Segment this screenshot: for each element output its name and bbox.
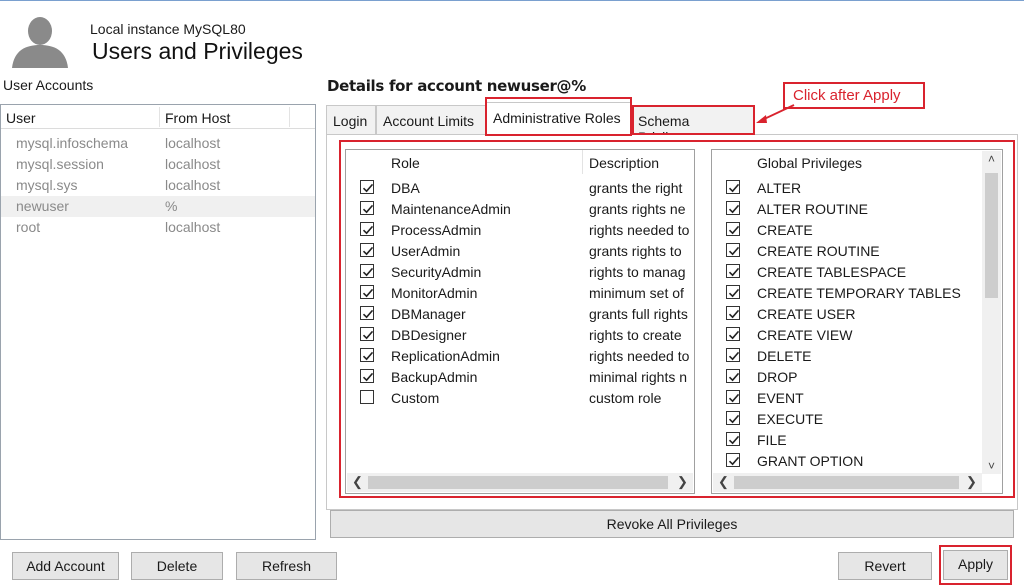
- account-user: mysql.infoschema: [16, 135, 129, 151]
- account-host: localhost: [165, 135, 221, 151]
- delete-button[interactable]: Delete: [131, 552, 223, 580]
- tab-label: Account Limits: [383, 113, 475, 129]
- account-host: localhost: [165, 177, 221, 193]
- annotation-arrow-icon: [740, 96, 796, 133]
- accounts-table-header: User From Host: [1, 105, 315, 129]
- column-header-user[interactable]: User: [6, 110, 36, 126]
- revert-button[interactable]: Revert: [838, 552, 932, 580]
- column-separator: [159, 107, 160, 127]
- details-title: Details for account newuser@%: [327, 77, 586, 95]
- user-avatar-icon: [10, 12, 70, 68]
- tab-account-limits[interactable]: Account Limits: [376, 105, 486, 135]
- account-user: root: [16, 219, 41, 235]
- column-header-host[interactable]: From Host: [165, 110, 230, 126]
- highlight-apply-button: [939, 545, 1012, 585]
- account-host: localhost: [165, 219, 221, 235]
- window-top-border: [0, 0, 1024, 1]
- account-user: mysql.sys: [16, 177, 78, 193]
- tab-label: Login: [333, 113, 368, 129]
- highlight-administrative-roles-tab: [485, 97, 632, 136]
- add-account-button[interactable]: Add Account: [12, 552, 119, 580]
- account-row[interactable]: root localhost: [1, 217, 315, 238]
- page-title: Users and Privileges: [92, 38, 303, 64]
- account-row[interactable]: mysql.session localhost: [1, 154, 315, 175]
- highlight-roles-and-privileges: [339, 140, 1015, 498]
- user-accounts-list[interactable]: User From Host mysql.infoschema localhos…: [0, 104, 316, 540]
- connection-subtitle: Local instance MySQL80: [90, 21, 246, 37]
- highlight-schema-privileges-tab: [632, 105, 755, 135]
- account-user: mysql.session: [16, 156, 104, 172]
- account-row[interactable]: mysql.sys localhost: [1, 175, 315, 196]
- account-row[interactable]: mysql.infoschema localhost: [1, 133, 315, 154]
- account-row-selected[interactable]: newuser %: [1, 196, 315, 217]
- refresh-button[interactable]: Refresh: [236, 552, 337, 580]
- column-separator: [289, 107, 290, 127]
- account-host: %: [165, 198, 178, 214]
- annotation-callout: Click after Apply: [783, 82, 925, 109]
- account-user: newuser: [16, 198, 69, 214]
- user-accounts-title: User Accounts: [3, 77, 94, 93]
- account-host: localhost: [165, 156, 221, 172]
- tab-login[interactable]: Login: [326, 105, 376, 135]
- revoke-all-privileges-button[interactable]: Revoke All Privileges: [330, 510, 1014, 538]
